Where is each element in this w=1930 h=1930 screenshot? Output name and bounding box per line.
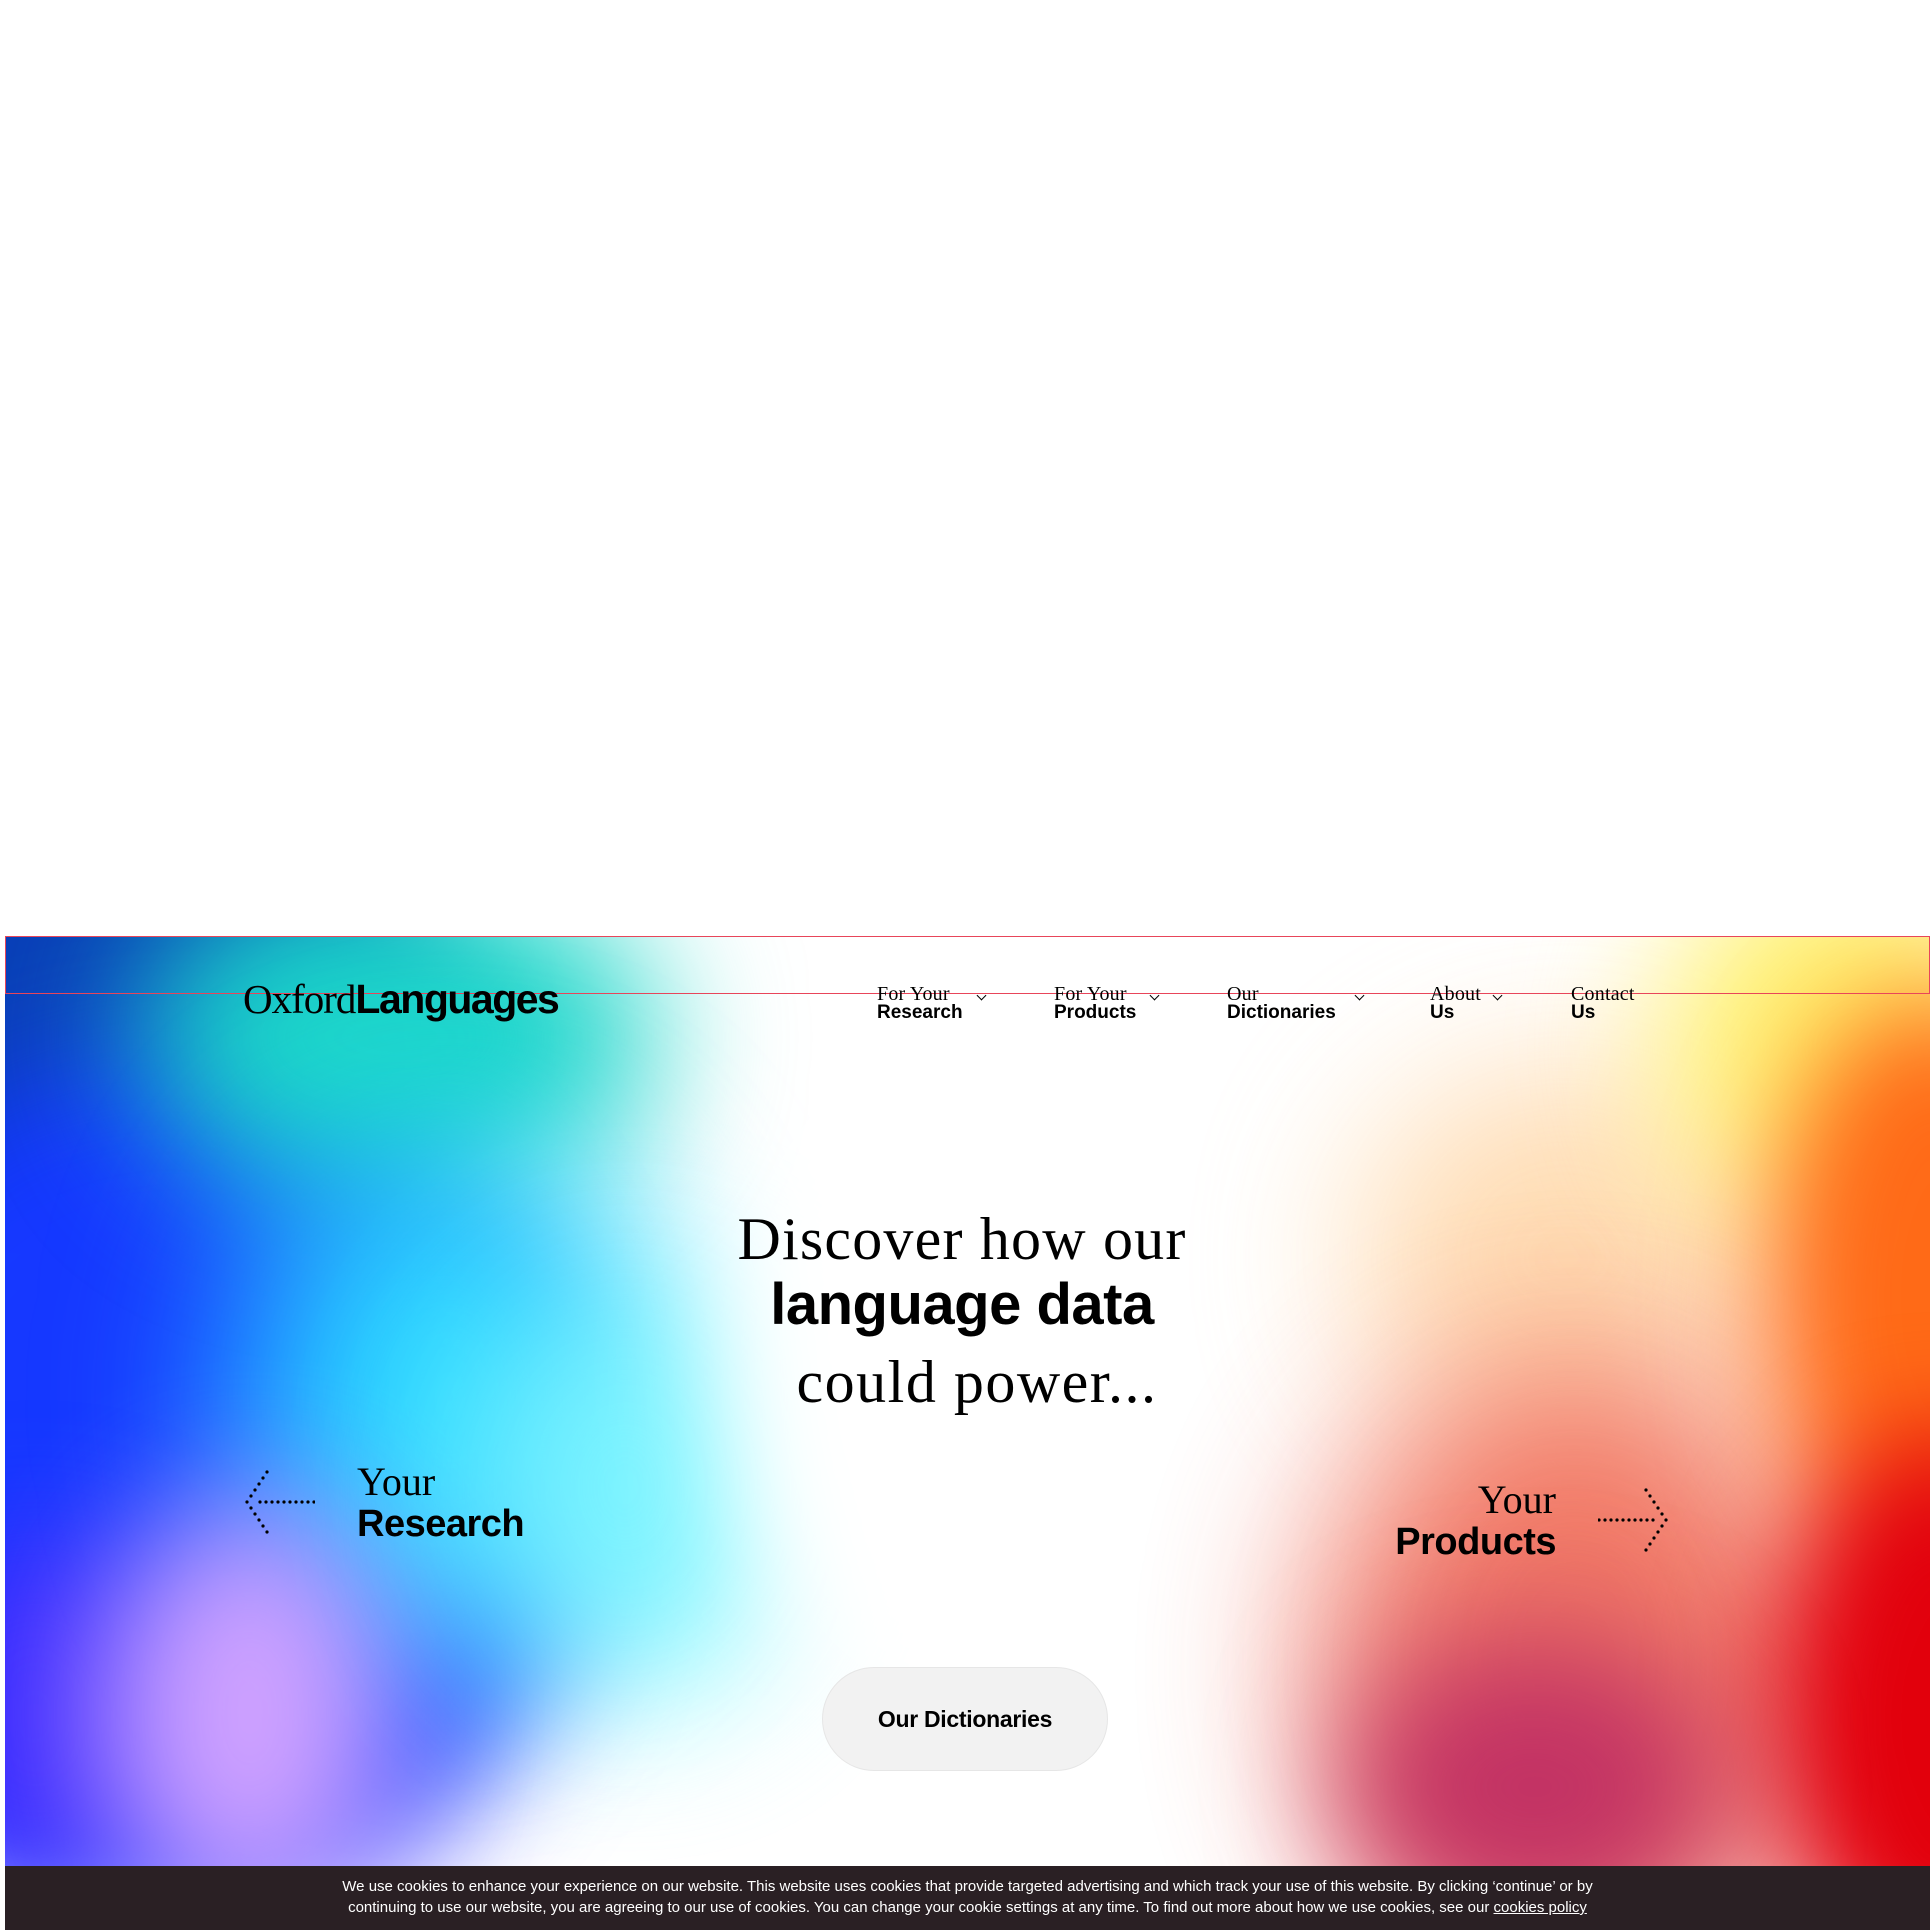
logo-sans-text: Languages [355,976,559,1022]
cookie-text-line-1: We use cookies to enhance your experienc… [342,1878,1593,1895]
hero-heading-line-1: Discover how our [737,1206,1187,1272]
logo-serif-text: Oxford [243,976,356,1022]
products-link-top: Your [1477,1477,1556,1522]
nav-contact-us[interactable]: Contact Us [1571,983,1635,1023]
nav-item-top-label: About [1430,983,1481,1005]
nav-item-top-label: Our [1227,983,1259,1005]
nav-item-bottom-label: Us [1571,1002,1596,1023]
cookie-text-line-2-text: continuing to use our website, you are a… [348,1899,1490,1916]
your-research-link[interactable]: Your Research [357,1459,525,1546]
our-dictionaries-button[interactable]: Our Dictionaries [822,1667,1108,1771]
nav-about-us[interactable]: About Us [1430,983,1503,1023]
hero-heading-line-3: could power... [796,1349,1158,1415]
nav-for-your-products[interactable]: For Your Products [1054,983,1160,1023]
nav-item-bottom-label: Dictionaries [1227,1002,1336,1023]
dotted-arrow-right-icon[interactable] [1598,1488,1670,1552]
oxford-languages-logo[interactable]: OxfordLanguages [243,974,560,1024]
research-link-top: Your [357,1459,436,1504]
products-link-bottom: Products [1395,1521,1556,1563]
your-products-link[interactable]: Your Products [1386,1480,1556,1564]
nav-for-your-research[interactable]: For Your Research [877,983,987,1023]
nav-item-bottom-label: Research [877,1002,963,1023]
cookies-policy-link[interactable]: cookies policy [1494,1899,1587,1916]
hero-heading-line-2: language data [770,1272,1154,1337]
nav-item-top-label: For Your [877,983,950,1005]
nav-item-top-label: For Your [1054,983,1127,1005]
nav-our-dictionaries[interactable]: Our Dictionaries [1227,983,1365,1023]
nav-item-bottom-label: Products [1054,1002,1137,1023]
nav-item-top-label: Contact [1571,983,1635,1005]
hero-gradient-background [5,937,1930,1930]
nav-item-bottom-label: Us [1430,1002,1455,1023]
cookie-text-line-2: continuing to use our website, you are a… [5,1897,1930,1918]
research-link-bottom: Research [357,1503,525,1545]
dotted-arrow-left-icon[interactable] [243,1470,315,1534]
cookie-consent-banner: We use cookies to enhance your experienc… [5,1866,1930,1930]
